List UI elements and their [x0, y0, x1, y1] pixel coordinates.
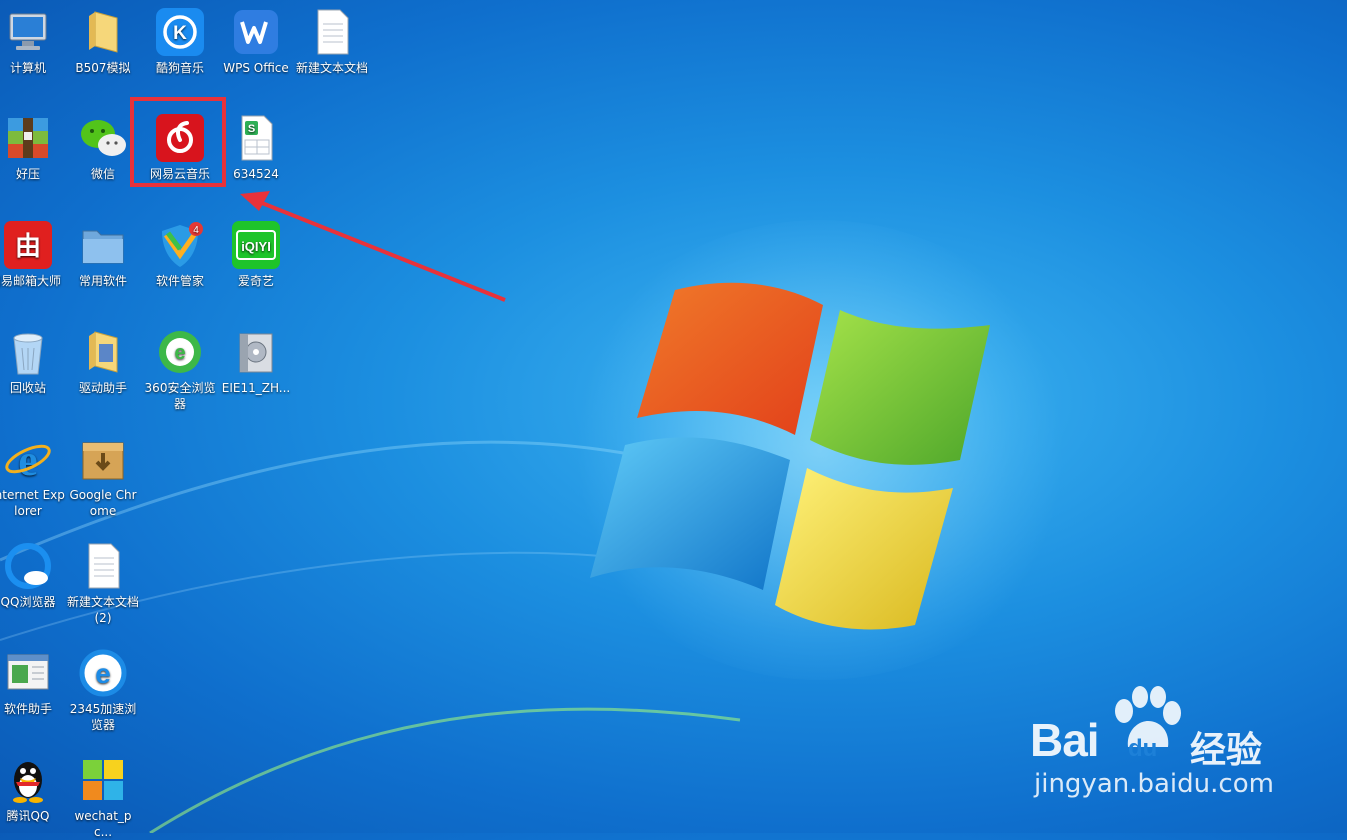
folder-icon — [82, 230, 124, 264]
desktop-icon-chrome[interactable]: Google Chrome — [66, 435, 140, 519]
icon-label: 常用软件 — [78, 274, 127, 288]
package-icon — [82, 442, 124, 480]
icon-label: 新建文本文档 — [295, 61, 368, 75]
desktop-icon-b507[interactable]: B507模拟 — [66, 8, 140, 76]
icon-label: Internet Explorer — [0, 488, 65, 518]
watermark-brand-right: du — [1128, 735, 1158, 762]
icon-label: 计算机 — [9, 61, 46, 75]
folder-icon — [89, 11, 118, 53]
desktop-icon-newtxt1[interactable]: 新建文本文档 — [295, 8, 369, 76]
icon-label: 634524 — [233, 167, 279, 181]
badge-count: 4 — [193, 225, 199, 236]
desktop-icon-ie[interactable]: e Internet Explorer — [0, 435, 65, 519]
desktop-icon-eie11[interactable]: EIE11_ZH... — [219, 328, 293, 396]
watermark-brand-cn: 经验 — [1190, 730, 1263, 771]
icon-label: 爱奇艺 — [237, 274, 274, 288]
window-icon — [7, 654, 49, 690]
desktop-icon-computer[interactable]: 计算机 — [0, 8, 65, 76]
icon-label: 网易邮箱大师 — [0, 274, 61, 288]
icon-label: 2345加速浏览器 — [69, 702, 137, 732]
icon-label: 新建文本文档 (2) — [66, 595, 139, 625]
icon-label: Google Chrome — [69, 488, 137, 518]
browser-360-icon: e — [159, 331, 201, 373]
installer-icon — [239, 333, 273, 373]
desktop-icon-sheet[interactable]: S 634524 — [219, 114, 293, 182]
svg-text:S: S — [248, 123, 255, 135]
icon-label: 360安全浏览器 — [144, 381, 216, 411]
icon-label: 微信 — [90, 167, 115, 181]
desktop-icon-mailmaster[interactable]: 由 网易邮箱大师 — [0, 221, 65, 289]
computer-icon — [9, 13, 47, 50]
desktop-icon-haozip[interactable]: 好压 — [0, 114, 65, 182]
icon-label: 驱动助手 — [78, 381, 127, 395]
recycle-bin-icon — [13, 333, 43, 375]
desktop-icon-driver[interactable]: 驱动助手 — [66, 328, 140, 396]
mail-master-icon: 由 — [4, 221, 52, 269]
icon-label: 软件助手 — [3, 702, 52, 716]
desktop-icon-kugou[interactable]: K 酷狗音乐 — [143, 8, 217, 76]
svg-text:K: K — [173, 23, 187, 44]
icon-label: 腾讯QQ — [6, 809, 50, 823]
ie-icon: e — [5, 436, 51, 485]
spreadsheet-icon: S — [241, 115, 273, 161]
iqiyi-icon: iQIYI — [232, 221, 280, 269]
windows-logo — [590, 282, 990, 630]
wechat-icon — [81, 120, 126, 156]
ie-icon: e — [79, 649, 127, 697]
desktop-icon-softmgr[interactable]: 4 软件管家 — [143, 221, 217, 289]
archive-icon — [8, 118, 48, 158]
icon-label: EIE11_ZH... — [221, 381, 291, 395]
desktop-icon-newtxt2[interactable]: 新建文本文档 (2) — [66, 542, 140, 626]
icon-label: WPS Office — [223, 61, 289, 75]
svg-text:由: 由 — [15, 232, 41, 262]
svg-text:iQIYI: iQIYI — [241, 239, 271, 254]
desktop-icon-wechatpc[interactable]: wechat_pc... — [66, 756, 140, 840]
text-file-icon — [317, 9, 349, 55]
icon-label: 好压 — [15, 167, 40, 181]
highlight-box — [130, 97, 226, 187]
desktop-icon-wps[interactable]: WPS Office — [219, 8, 293, 76]
watermark-url: jingyan.baidu.com — [1034, 769, 1274, 799]
desktop-icon-common[interactable]: 常用软件 — [66, 221, 140, 289]
desktop-icon-iqiyi[interactable]: iQIYI 爱奇艺 — [219, 221, 293, 289]
kugou-icon: K — [156, 8, 204, 56]
icon-label: 酷狗音乐 — [155, 61, 204, 75]
desktop-icon-qq[interactable]: 腾讯QQ — [0, 756, 65, 824]
icon-label: wechat_pc... — [74, 809, 132, 839]
qq-browser-icon — [5, 543, 51, 589]
wps-icon — [234, 10, 278, 54]
desktop-icon-recycle[interactable]: 回收站 — [0, 328, 65, 396]
qq-penguin-icon — [13, 762, 43, 803]
text-file-icon — [88, 543, 120, 589]
baidu-jingyan-watermark: Bai du 经验 jingyan.baidu.com — [1030, 685, 1330, 805]
icon-label: B507模拟 — [75, 61, 131, 75]
icon-label: 软件管家 — [155, 274, 204, 288]
desktop-icon-wechat[interactable]: 微信 — [66, 114, 140, 182]
svg-text:e: e — [95, 658, 111, 689]
icon-label: QQ浏览器 — [0, 595, 56, 609]
desktop-icon-b2345[interactable]: e 2345加速浏览器 — [66, 649, 140, 733]
svg-text:e: e — [174, 342, 185, 364]
desktop-icon-qqbrowser[interactable]: QQ浏览器 — [0, 542, 65, 610]
folder-icon — [89, 331, 118, 373]
shield-icon: 4 — [162, 222, 203, 267]
desktop-icon-b360[interactable]: e 360安全浏览器 — [143, 328, 217, 412]
tiles-icon — [83, 760, 123, 800]
watermark-brand-left: Bai — [1030, 714, 1100, 766]
desktop-icon-softhelper[interactable]: 软件助手 — [0, 649, 65, 717]
icon-label: 回收站 — [9, 381, 46, 395]
svg-text:e: e — [18, 436, 38, 483]
